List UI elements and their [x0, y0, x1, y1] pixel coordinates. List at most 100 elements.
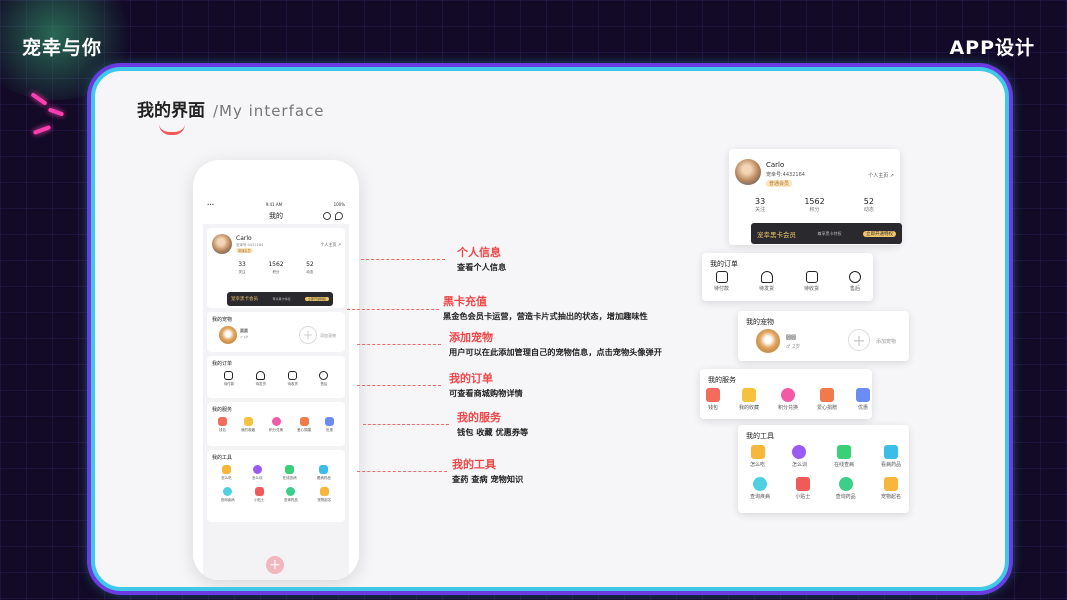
status-time: 9:41 AM — [265, 201, 283, 207]
service-points[interactable]: 积分兑换 — [778, 388, 798, 411]
message-icon[interactable] — [335, 212, 343, 220]
pets-title: 我的宠物 — [746, 318, 774, 326]
orders-title: 我的订单 — [710, 260, 738, 268]
vip-card[interactable]: 宠幸黑卡会员 尊享黑卡特权 立即开通特权 — [227, 292, 333, 306]
avatar[interactable] — [735, 159, 761, 185]
medicine-icon — [319, 465, 329, 474]
tool-train[interactable]: 怎么训 — [792, 445, 807, 468]
vip-open-button[interactable]: 立即开通特权 — [304, 297, 329, 301]
annotation-desc-services: 钱包 收藏 优惠券等 — [457, 427, 529, 437]
settings-icon[interactable] — [323, 212, 331, 220]
avatar[interactable] — [212, 234, 232, 254]
profile-card[interactable]: Carlo 宠幸号:4432164 普通会员 个人主页 ↗ 33 关注 1562 积… — [207, 228, 345, 308]
stat-posts[interactable]: 52 动态 — [306, 261, 314, 275]
tool-diagnose[interactable]: 在线查病 — [834, 445, 854, 468]
tabbar-add-button[interactable]: + — [266, 556, 284, 574]
tool-medicine[interactable]: 看病药品 — [317, 465, 331, 481]
search-drug-icon — [838, 477, 853, 491]
tagline: APP设计 — [949, 37, 1035, 59]
service-donate[interactable]: 爱心捐赠 — [297, 417, 311, 433]
pet-tag: ♂ 2岁 — [240, 335, 249, 339]
wallet-icon — [224, 371, 234, 380]
tool-disease[interactable]: 查询疾病 — [750, 477, 770, 500]
detail-profile-card[interactable]: Carlo 宠幸号:4432164 普通会员 个人主页 ↗ 33 关注 1562 积… — [729, 149, 902, 245]
stat-posts[interactable]: 52 动态 — [864, 197, 874, 213]
detail-pets-card: 我的宠物 圆圆 ♂ 2岁 + 添加宠物 — [738, 311, 909, 361]
service-coupon[interactable]: 优惠 — [325, 417, 334, 433]
truck-icon — [805, 271, 818, 283]
tool-feed[interactable]: 怎么吃 — [750, 445, 765, 468]
orders-title: 我的订单 — [212, 361, 233, 367]
order-aftersale[interactable]: 售后 — [319, 371, 329, 387]
add-pet-label[interactable]: 添加宠物 — [876, 338, 896, 345]
tool-medicine[interactable]: 看病药品 — [881, 445, 901, 468]
vip-open-button[interactable]: 立即开通特权 — [863, 230, 896, 237]
stat-points[interactable]: 1562 积分 — [804, 197, 824, 213]
home-link[interactable]: 个人主页 ↗ — [868, 172, 894, 179]
annotation-line — [357, 385, 441, 386]
tool-tips[interactable]: 小贴士 — [795, 477, 810, 500]
home-link[interactable]: 个人主页 ↗ — [320, 242, 341, 248]
service-wallet[interactable]: 钱包 — [218, 417, 227, 433]
add-pet-icon[interactable]: + — [848, 329, 870, 351]
pets-title: 我的宠物 — [212, 317, 233, 323]
order-ship[interactable]: 待发货 — [256, 371, 266, 387]
headset-icon — [319, 371, 329, 380]
stat-follow[interactable]: 33 关注 — [755, 197, 765, 213]
service-favorites[interactable]: 我的收藏 — [241, 417, 255, 433]
detail-services-card: 我的服务 钱包 我的收藏 积分兑换 爱心捐赠 优惠 — [700, 369, 872, 419]
service-coupon[interactable]: 优惠 — [855, 388, 870, 411]
status-battery: 100% — [333, 201, 345, 207]
wallet-icon — [218, 417, 227, 426]
annotation-line — [357, 471, 447, 472]
tool-feed[interactable]: 怎么吃 — [221, 465, 232, 481]
tools-row-2: 查询疾病 小贴士 查询药品 宠物起名 — [207, 483, 345, 507]
service-wallet[interactable]: 钱包 — [706, 388, 720, 411]
services-row: 钱包 我的收藏 积分兑换 爱心捐赠 优惠 — [706, 388, 870, 411]
pet-tag: ♂ 2岁 — [786, 344, 801, 350]
add-pet-icon[interactable]: + — [299, 326, 317, 344]
pets-card: 我的宠物 圆圆 ♂ 2岁 + 添加宠物 — [207, 312, 345, 352]
service-donate[interactable]: 爱心捐赠 — [817, 388, 837, 411]
service-points[interactable]: 积分兑换 — [269, 417, 283, 433]
tool-diagnose[interactable]: 在线查病 — [283, 465, 297, 481]
vip-card[interactable]: 宠幸黑卡会员 尊享黑卡特权 立即开通特权 — [751, 223, 902, 244]
food-icon — [750, 445, 765, 459]
tools-row-1: 怎么吃 怎么训 在线查病 看病药品 — [750, 445, 901, 468]
pet-avatar[interactable] — [219, 326, 237, 344]
medicine-icon — [883, 445, 898, 459]
order-receive[interactable]: 待收货 — [804, 271, 819, 292]
naming-icon — [319, 487, 329, 496]
stat-follow[interactable]: 33 关注 — [238, 261, 246, 275]
tool-naming[interactable]: 宠物起名 — [317, 487, 331, 503]
annotation-title-services: 我的服务 — [457, 411, 501, 424]
annotation-desc-profile: 查看个人信息 — [457, 262, 507, 272]
stat-points[interactable]: 1562 积分 — [268, 261, 283, 275]
order-pay[interactable]: 待付款 — [224, 371, 234, 387]
add-pet-label[interactable]: 添加宠物 — [320, 333, 336, 339]
pet-avatar[interactable] — [756, 329, 780, 353]
annotation-line — [361, 259, 445, 260]
member-badge: 普通会员 — [766, 180, 793, 187]
service-favorites[interactable]: 我的收藏 — [739, 388, 759, 411]
annotation-desc-tools: 查药 查病 宠物知识 — [452, 474, 524, 484]
tool-naming[interactable]: 宠物起名 — [881, 477, 901, 500]
tool-train[interactable]: 怎么训 — [252, 465, 262, 481]
tool-drug[interactable]: 查询药品 — [284, 487, 298, 503]
order-pay[interactable]: 待付款 — [714, 271, 729, 292]
pet-name: 圆圆 — [240, 328, 248, 333]
annotation-title-vip: 黑卡充值 — [443, 295, 487, 308]
order-ship[interactable]: 待发货 — [759, 271, 774, 292]
rocket-icon — [760, 271, 773, 283]
tools-row-1: 怎么吃 怎么训 在线查病 看病药品 — [207, 463, 345, 483]
tips-icon — [254, 487, 264, 496]
vip-title: 宠幸黑卡会员 — [757, 230, 796, 239]
tool-tips[interactable]: 小贴士 — [254, 487, 265, 503]
tool-disease[interactable]: 查询疾病 — [221, 487, 235, 503]
page-heading: 我的界面 /My interface — [137, 96, 325, 121]
order-receive[interactable]: 待收货 — [287, 371, 298, 387]
diagnose-icon — [836, 445, 851, 459]
food-icon — [221, 465, 231, 474]
order-aftersale[interactable]: 售后 — [849, 271, 861, 292]
tool-drug[interactable]: 查询药品 — [836, 477, 856, 500]
